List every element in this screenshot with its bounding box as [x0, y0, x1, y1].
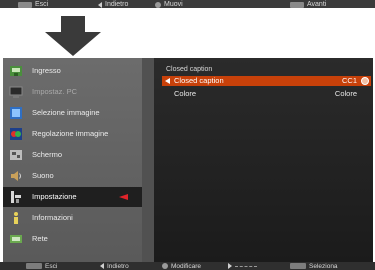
panel-title: Closed caption [166, 66, 213, 73]
left-arrow-icon [100, 263, 104, 269]
top-move-label: Muovi [164, 1, 183, 8]
image-select-icon [10, 107, 22, 119]
select-key-icon [290, 1, 304, 8]
pc-adjust-icon [9, 86, 23, 98]
sound-icon [11, 171, 21, 181]
menu-key-icon [18, 1, 32, 8]
dashes-icon [235, 265, 257, 267]
bottom-exit-label: Esci [45, 262, 58, 270]
selection-pointer-icon [119, 194, 128, 200]
menu-key-icon [26, 263, 42, 269]
dpad-icon [162, 263, 168, 269]
bottom-select-label: Seleziona [309, 262, 338, 270]
menu-item-suono[interactable]: Suono [3, 166, 142, 186]
closed-caption-row[interactable]: Closed caption CC1 [162, 76, 371, 86]
menu-item-selezione-immagine[interactable]: Selezione immagine [3, 103, 142, 123]
closed-caption-panel: Closed caption Closed caption CC1 Colore… [154, 58, 373, 262]
bottom-help-bar: Esci Indietro Modificare Seleziona [0, 262, 375, 270]
top-back-hint: Indietro [98, 1, 128, 8]
menu-item-impostaz-pc: Impostaz. PC [3, 82, 142, 102]
menu-item-label: Rete [32, 234, 48, 243]
right-arrow-icon [228, 263, 232, 269]
menu-item-label: Selezione immagine [32, 108, 100, 117]
bottom-back-label: Indietro [107, 262, 129, 270]
top-move-hint: Muovi [155, 1, 183, 8]
top-next-label: Avanti [307, 1, 327, 8]
bottom-exit-hint: Esci [26, 262, 57, 270]
row-label: Colore [174, 89, 197, 98]
screen-icon [10, 150, 22, 160]
bottom-modify-label: Modificare [171, 262, 201, 270]
row-value: Colore [334, 89, 357, 98]
menu-item-label: Impostaz. PC [32, 87, 78, 96]
left-arrow-icon [98, 1, 102, 8]
top-help-bar: Esci Indietro Muovi Avanti [0, 0, 375, 8]
menu-item-label: Ingresso [32, 66, 61, 75]
color-row[interactable]: Colore Colore [162, 89, 371, 99]
top-next-hint: Avanti [290, 1, 326, 8]
main-menu: Ingresso Impostaz. PC Selezione immagine… [3, 58, 142, 262]
dpad-icon [155, 1, 161, 8]
menu-item-label: Impostazione [32, 192, 77, 201]
menu-item-ingresso[interactable]: Ingresso [3, 61, 142, 81]
image-adjust-icon [10, 128, 22, 140]
bottom-back-hint: Indietro [100, 262, 129, 270]
menu-item-label: Informazioni [32, 213, 73, 222]
top-back-label: Indietro [105, 1, 129, 8]
menu-item-label: Schermo [32, 150, 63, 159]
row-label: Closed caption [174, 76, 224, 85]
menu-item-regolazione-immagine[interactable]: Regolazione immagine [3, 124, 142, 144]
osd-menu: Ingresso Impostaz. PC Selezione immagine… [3, 58, 373, 262]
menu-item-schermo[interactable]: Schermo [3, 145, 142, 165]
bottom-adjust-hint [228, 262, 257, 270]
menu-item-rete[interactable]: Rete [3, 229, 142, 249]
bottom-modify-hint: Modificare [162, 262, 201, 270]
select-key-icon [290, 263, 306, 269]
row-pointer-icon [165, 78, 170, 84]
menu-item-label: Regolazione immagine [32, 129, 109, 138]
network-icon [10, 235, 22, 243]
adjust-knob-icon [361, 77, 369, 85]
menu-item-impostazione[interactable]: Impostazione [3, 187, 142, 207]
top-exit-label: Esci [35, 1, 49, 8]
setting-icon [11, 191, 21, 203]
information-icon [14, 212, 18, 224]
input-icon [10, 66, 22, 76]
top-exit-hint: Esci [18, 1, 48, 8]
bottom-select-hint: Seleziona [290, 262, 338, 270]
row-value: CC1 [341, 76, 357, 85]
down-arrow-icon [45, 16, 101, 56]
menu-item-label: Suono [32, 171, 54, 180]
menu-item-informazioni[interactable]: Informazioni [3, 208, 142, 228]
